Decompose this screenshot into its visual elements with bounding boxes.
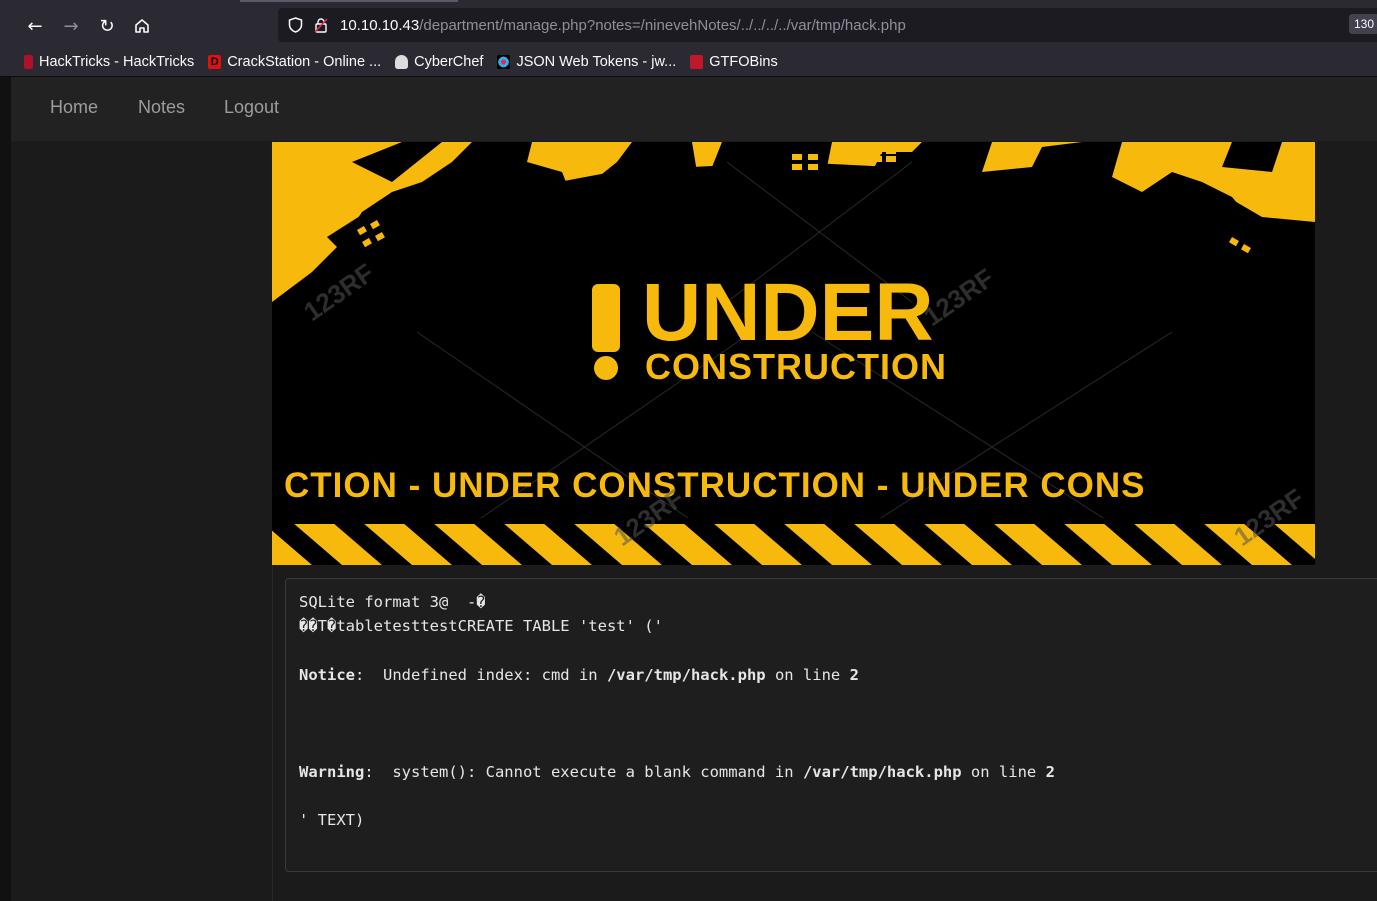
address-bar[interactable]: 10.10.10.43/department/manage.php?notes=… bbox=[278, 8, 1377, 42]
output-last-line: ' TEXT) bbox=[299, 811, 365, 829]
warning-message: Warning: system(): Cannot execute a blan… bbox=[299, 763, 1055, 781]
output-line-2: ��T�tabletesttestCREATE TABLE 'test' (' bbox=[299, 617, 663, 635]
jwt-icon bbox=[497, 55, 511, 69]
warning-line: 2 bbox=[1045, 763, 1055, 781]
home-icon[interactable] bbox=[128, 12, 156, 40]
insecure-lock-icon[interactable] bbox=[312, 16, 330, 34]
page-left-edge bbox=[0, 77, 11, 901]
notice-label: Notice bbox=[299, 666, 355, 684]
bookmark-gtfobins[interactable]: GTFOBins bbox=[690, 54, 778, 70]
php-output-block: SQLite format 3@ -� ��T�tabletesttestCRE… bbox=[285, 578, 1377, 872]
bookmarks-bar: HackTricks - HackTricks D CrackStation -… bbox=[0, 48, 1377, 77]
tracking-shield-icon[interactable] bbox=[286, 16, 304, 34]
browser-toolbar: ← → ↻ 10.10.10.43/department/manage.php?… bbox=[0, 0, 1377, 48]
bookmark-label: CyberChef bbox=[414, 54, 484, 70]
nav-notes-link[interactable]: Notes bbox=[138, 97, 185, 118]
gtfobins-icon bbox=[690, 55, 704, 69]
under-construction-banner: UNDER CONSTRUCTION CTION - UNDER CONSTRU… bbox=[272, 142, 1315, 565]
url-text[interactable]: 10.10.10.43/department/manage.php?notes=… bbox=[340, 17, 906, 34]
hacktricks-icon bbox=[24, 55, 33, 69]
output-line-1: SQLite format 3@ -� bbox=[299, 593, 486, 611]
bookmark-label: JSON Web Tokens - jw... bbox=[516, 54, 677, 70]
cyberchef-icon bbox=[395, 55, 409, 69]
warning-text: : system(): Cannot execute a blank comma… bbox=[364, 763, 803, 781]
banner-subtitle: CONSTRUCTION bbox=[645, 346, 947, 387]
url-path: /department/manage.php?notes=/ninevehNot… bbox=[419, 16, 906, 34]
warning-on: on line bbox=[961, 763, 1046, 781]
zoom-badge[interactable]: 130 bbox=[1349, 14, 1377, 34]
banner-title: UNDER bbox=[642, 267, 934, 358]
nav-logout-link[interactable]: Logout bbox=[224, 97, 279, 118]
reload-icon[interactable]: ↻ bbox=[93, 12, 121, 40]
warning-label: Warning bbox=[299, 763, 365, 781]
bookmark-hacktricks[interactable]: HackTricks - HackTricks bbox=[24, 54, 194, 70]
notice-text: : Undefined index: cmd in bbox=[355, 666, 607, 684]
notice-message: Notice: Undefined index: cmd in /var/tmp… bbox=[299, 666, 859, 684]
sidebar bbox=[11, 141, 272, 901]
warning-path: /var/tmp/hack.php bbox=[802, 763, 962, 781]
banner-graphic: UNDER CONSTRUCTION CTION - UNDER CONSTRU… bbox=[272, 142, 1315, 565]
active-tab-indicator bbox=[240, 0, 458, 2]
bookmark-label: GTFOBins bbox=[709, 54, 778, 70]
bookmark-jwt[interactable]: JSON Web Tokens - jw... bbox=[497, 54, 676, 70]
notice-line: 2 bbox=[849, 666, 859, 684]
nav-home-link[interactable]: Home bbox=[50, 97, 98, 118]
forward-arrow-icon[interactable]: → bbox=[57, 12, 85, 40]
back-arrow-icon[interactable]: ← bbox=[21, 12, 49, 40]
bookmark-label: CrackStation - Online ... bbox=[227, 54, 382, 70]
bookmark-cyberchef[interactable]: CyberChef bbox=[395, 54, 483, 70]
notice-on: on line bbox=[765, 666, 850, 684]
banner-ticker: CTION - UNDER CONSTRUCTION - UNDER CONS bbox=[284, 466, 1145, 505]
url-host: 10.10.10.43 bbox=[340, 16, 420, 34]
bookmark-label: HackTricks - HackTricks bbox=[39, 54, 195, 70]
crackstation-icon: D bbox=[208, 55, 222, 69]
site-navbar: Home Notes Logout bbox=[11, 77, 1377, 141]
notice-path: /var/tmp/hack.php bbox=[606, 666, 766, 684]
bookmark-crackstation[interactable]: D CrackStation - Online ... bbox=[208, 54, 381, 70]
